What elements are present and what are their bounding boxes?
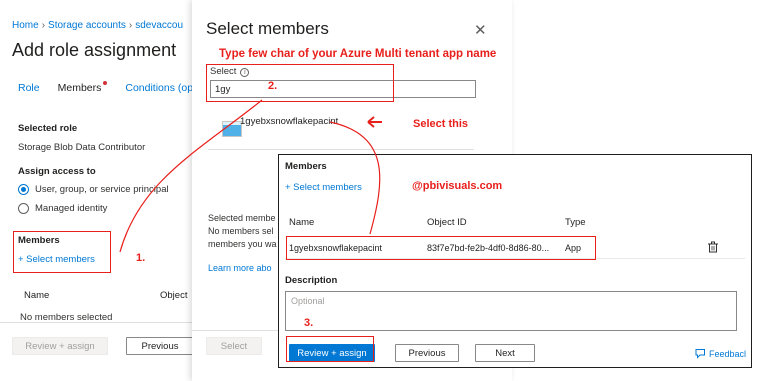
annotation-arrow-line [329, 121, 381, 235]
annotation-step-3: 3. [304, 317, 314, 329]
watermark-text: @pbivisuals.com [412, 180, 503, 192]
annotation-hint: Type few char of your Azure Multi tenant… [219, 48, 497, 60]
annotation-arrow-line [119, 99, 263, 253]
annotation-step-1: 1. [136, 252, 146, 264]
annotation-box-members [13, 231, 111, 273]
annotation-select-this: Select this [413, 118, 469, 130]
annotation-box-search [206, 64, 394, 102]
annotation-box-member-row [286, 236, 596, 260]
arrow-left-icon [367, 116, 382, 128]
annotation-box-review [286, 336, 374, 362]
annotation-step-2: 2. [268, 80, 278, 92]
